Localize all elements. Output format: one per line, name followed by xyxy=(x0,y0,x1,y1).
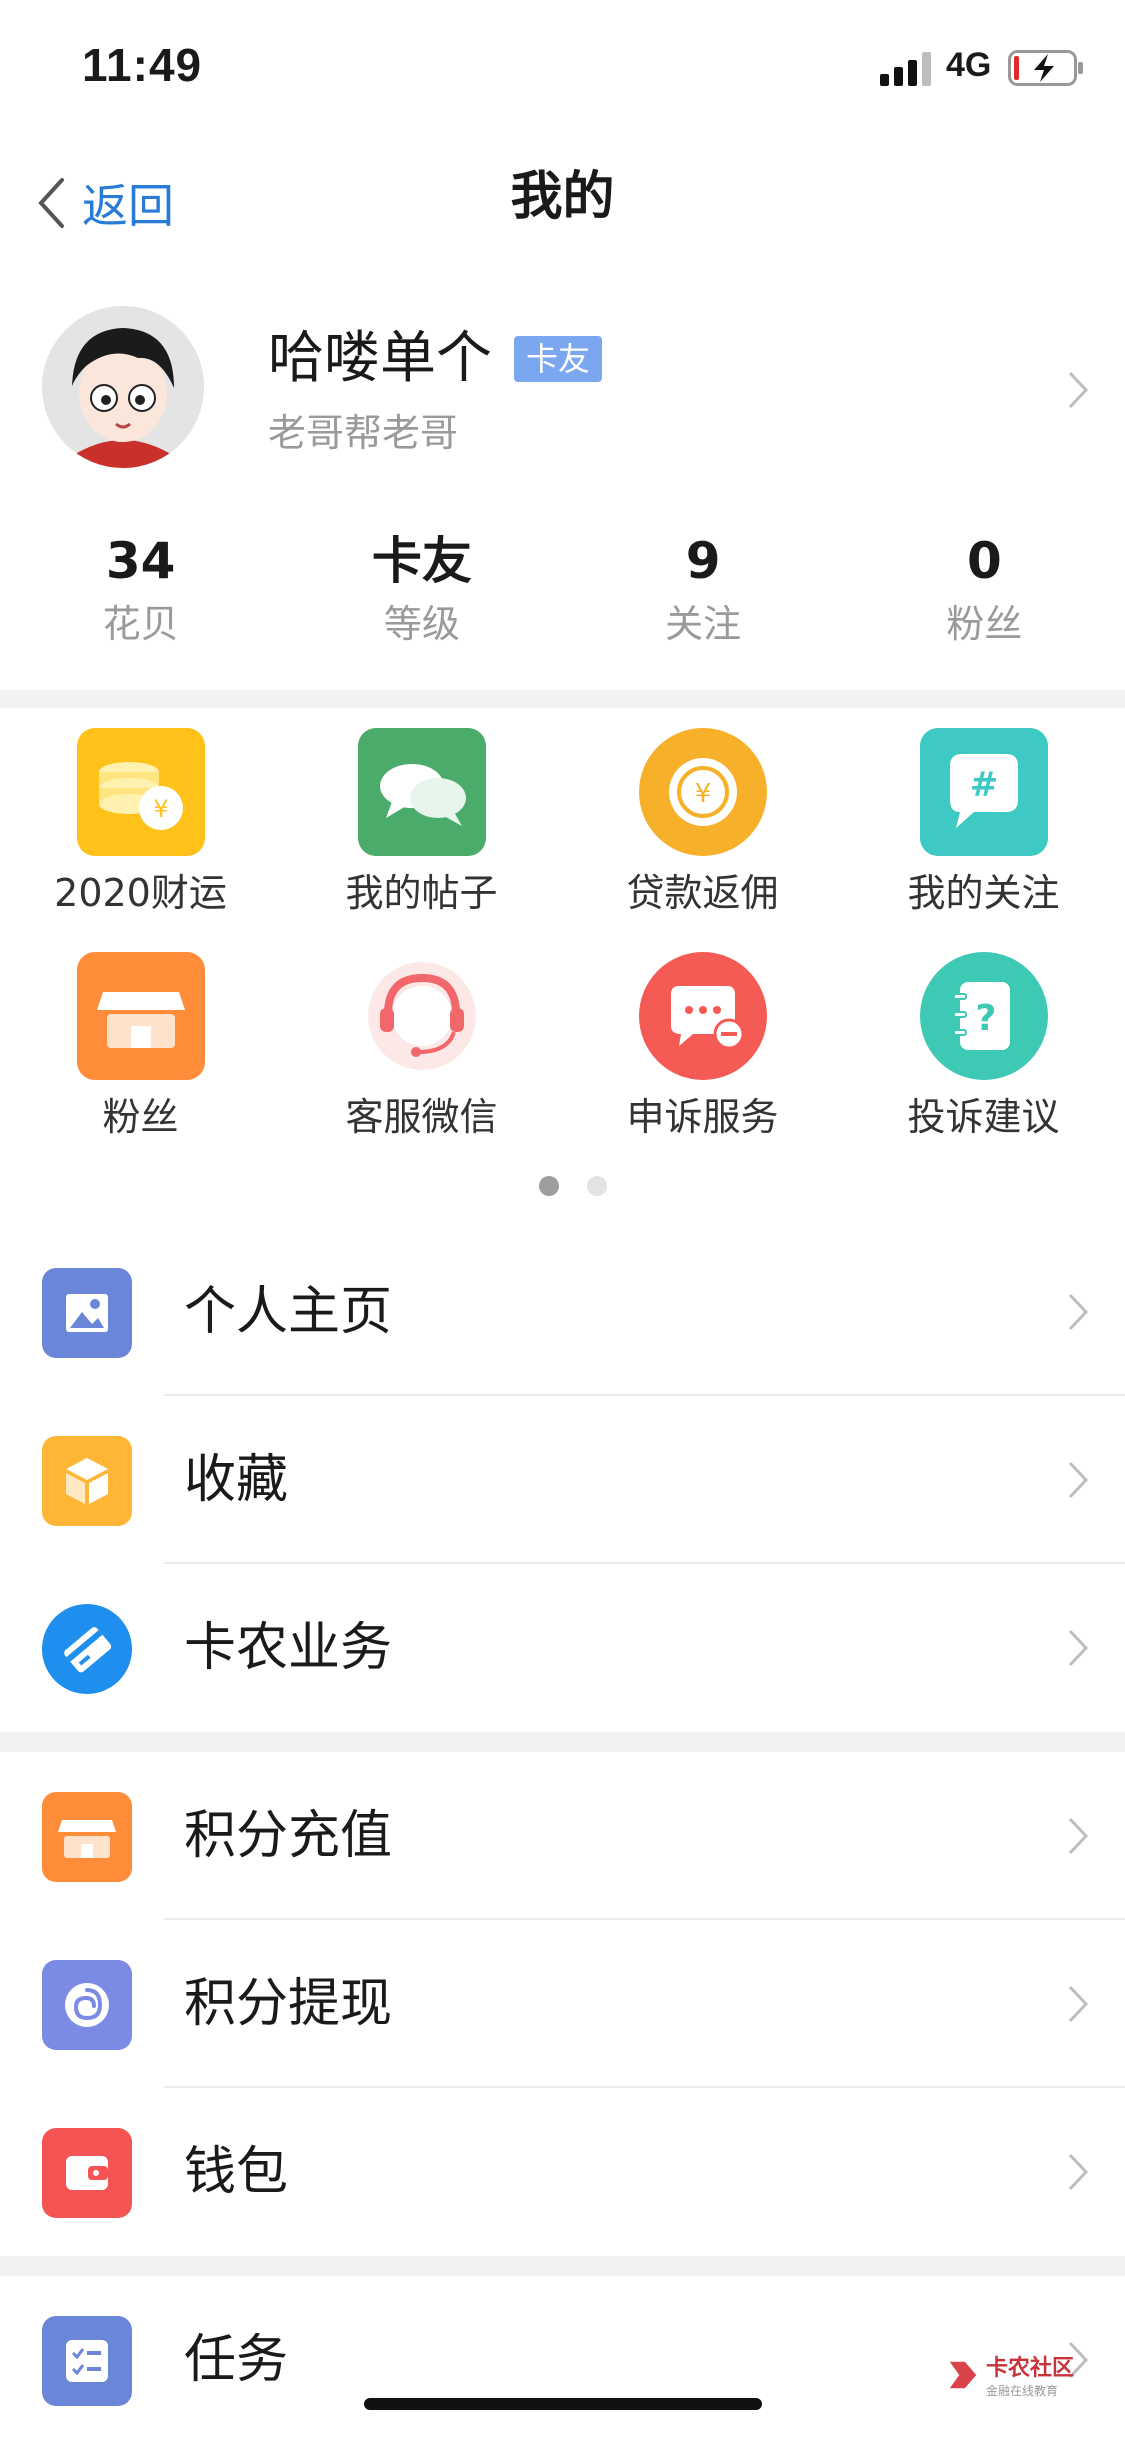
stat-label: 花贝 xyxy=(102,602,179,646)
menu-label: 钱包 xyxy=(184,2142,289,2202)
menu-label: 个人主页 xyxy=(184,1282,393,1342)
page-title: 我的 xyxy=(510,167,615,227)
grid-item-appeal[interactable]: 申诉服务 xyxy=(562,952,843,1142)
store-icon xyxy=(76,952,205,1080)
menu-label: 积分充值 xyxy=(184,1806,393,1866)
chevron-right-icon xyxy=(1067,1628,1089,1668)
grid-label: 我的关注 xyxy=(907,871,1060,915)
chat-bubbles-icon xyxy=(357,728,486,856)
chevron-right-icon xyxy=(1067,1984,1089,2024)
picture-icon xyxy=(42,1268,132,1358)
box-icon xyxy=(42,1436,132,1526)
page-dot[interactable] xyxy=(587,1176,607,1196)
grid-label: 投诉建议 xyxy=(907,1095,1060,1139)
grid-item-customer-service[interactable]: 客服微信 xyxy=(281,952,562,1142)
brand-logo-icon xyxy=(949,2361,977,2388)
checklist-icon xyxy=(42,2316,132,2406)
chevron-right-icon xyxy=(1067,370,1089,410)
section-divider xyxy=(0,2256,1125,2276)
stat-value: 卡友 xyxy=(371,532,472,590)
hashtag-icon: # xyxy=(919,728,1048,856)
level-badge: 卡友 xyxy=(514,336,603,382)
stat-points[interactable]: 34 花贝 xyxy=(0,530,281,670)
chevron-right-icon xyxy=(1067,1816,1089,1856)
grid-item-fans[interactable]: 粉丝 xyxy=(0,952,281,1142)
home-indicator[interactable] xyxy=(364,2398,762,2410)
headset-agent-icon xyxy=(357,952,486,1080)
swirl-icon xyxy=(42,1960,132,2050)
watermark-title: 卡农社区 xyxy=(986,2356,1075,2381)
svg-text:?: ? xyxy=(975,998,996,1039)
grid-label: 粉丝 xyxy=(102,1095,179,1139)
menu-label: 收藏 xyxy=(184,1450,289,1510)
stat-label: 粉丝 xyxy=(946,602,1023,646)
wallet-icon xyxy=(42,2128,132,2218)
menu-item-points-withdraw[interactable]: 积分提现 xyxy=(0,1920,1125,2088)
watermark: 卡农社区 金融在线教育 xyxy=(946,2350,1074,2399)
profile-name: 哈喽单个 xyxy=(268,326,492,391)
stat-value: 34 xyxy=(105,532,176,590)
menu-item-homepage[interactable]: 个人主页 xyxy=(0,1228,1125,1396)
grid-label: 申诉服务 xyxy=(626,1095,779,1139)
grid-item-loan-rebate[interactable]: ¥ 贷款返佣 xyxy=(562,728,843,918)
grid-label: 客服微信 xyxy=(345,1095,498,1139)
menu-label: 卡农业务 xyxy=(184,1618,393,1678)
svg-text:#: # xyxy=(969,765,998,805)
battery-icon xyxy=(1008,50,1083,86)
stat-level[interactable]: 卡友 等级 xyxy=(281,530,562,670)
page-indicator xyxy=(525,1176,621,1196)
chevron-right-icon xyxy=(1067,1292,1089,1332)
grid-item-following[interactable]: # 我的关注 xyxy=(843,728,1124,918)
signal-icon xyxy=(880,52,931,86)
avatar[interactable] xyxy=(42,306,204,468)
stat-value: 9 xyxy=(685,532,721,590)
grid-item-my-posts[interactable]: 我的帖子 xyxy=(281,728,562,918)
page-dot-active[interactable] xyxy=(539,1176,559,1196)
store-icon xyxy=(42,1792,132,1882)
card-icon xyxy=(42,1604,132,1694)
menu-item-points-recharge[interactable]: 积分充值 xyxy=(0,1752,1125,1920)
svg-text:¥: ¥ xyxy=(153,795,168,823)
profile-subtitle: 老哥帮老哥 xyxy=(268,411,459,455)
watermark-subtitle: 金融在线教育 xyxy=(986,2384,1059,2398)
menu-label: 积分提现 xyxy=(184,1974,393,2034)
network-type: 4G xyxy=(946,46,992,84)
menu-item-favorites[interactable]: 收藏 xyxy=(0,1396,1125,1564)
menu-item-wallet[interactable]: 钱包 xyxy=(0,2088,1125,2256)
status-time: 11:49 xyxy=(82,39,203,91)
grid-label: 我的帖子 xyxy=(345,871,498,915)
menu-item-business[interactable]: 卡农业务 xyxy=(0,1564,1125,1732)
cartoon-face-icon xyxy=(42,306,204,468)
grid-label: 2020财运 xyxy=(54,871,227,915)
stat-fans[interactable]: 0 粉丝 xyxy=(844,530,1125,670)
coins-icon: ¥ xyxy=(76,728,205,856)
svg-text:¥: ¥ xyxy=(694,779,711,809)
yuan-coin-icon: ¥ xyxy=(638,728,767,856)
stat-value: 0 xyxy=(966,532,1002,590)
profile-header[interactable]: 哈喽单个 卡友 老哥帮老哥 xyxy=(0,290,1125,490)
chevron-right-icon xyxy=(1067,1460,1089,1500)
grid-label: 贷款返佣 xyxy=(626,871,779,915)
message-minus-icon xyxy=(638,952,767,1080)
stat-label: 关注 xyxy=(665,602,742,646)
status-bar: 11:49 4G xyxy=(0,0,1125,140)
nav-bar: 返回 我的 xyxy=(0,140,1125,255)
stat-following[interactable]: 9 关注 xyxy=(563,530,844,670)
section-divider xyxy=(0,1732,1125,1752)
menu-label: 任务 xyxy=(184,2330,289,2390)
grid-item-fortune[interactable]: ¥ 2020财运 xyxy=(0,728,281,918)
stat-label: 等级 xyxy=(383,602,460,646)
grid-item-complaint[interactable]: ? 投诉建议 xyxy=(843,952,1124,1142)
chevron-right-icon xyxy=(1067,2152,1089,2192)
section-divider xyxy=(0,690,1125,708)
stats-bar: 34 花贝 卡友 等级 9 关注 0 粉丝 xyxy=(0,530,1125,670)
question-notebook-icon: ? xyxy=(919,952,1048,1080)
